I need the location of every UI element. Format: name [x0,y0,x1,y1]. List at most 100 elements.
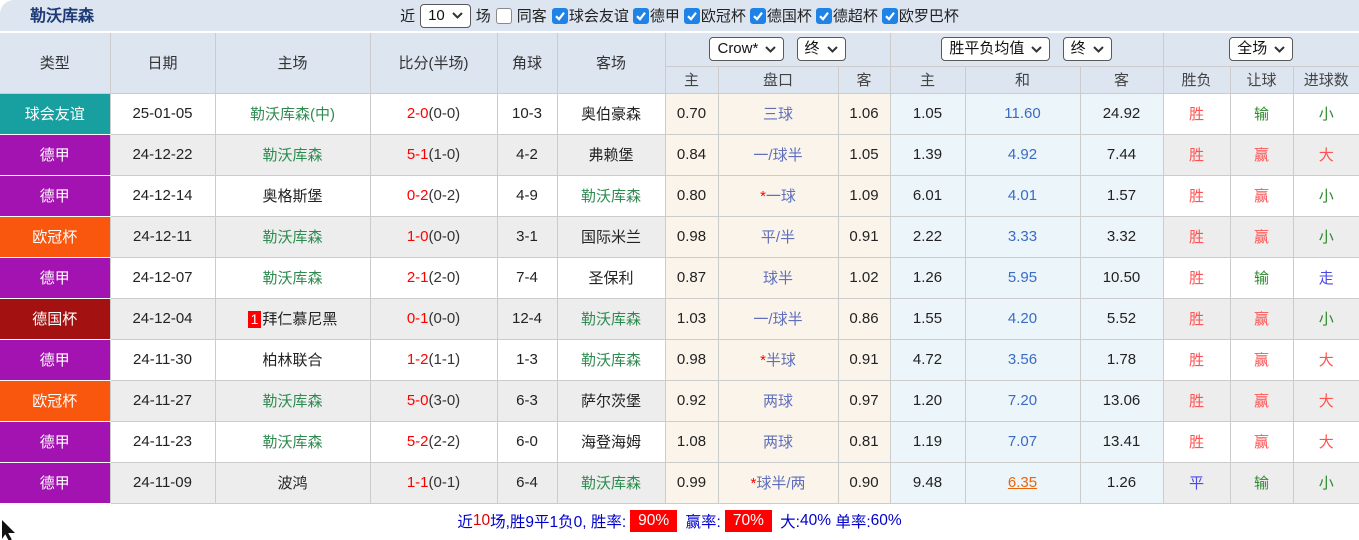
ah-away-odds: 0.91 [837,215,891,258]
result-goals: 大 [1292,379,1359,422]
eu-draw-odds: 7.07 [964,420,1081,463]
eu-away-odds: 24.92 [1079,92,1164,135]
handicap-time-select[interactable]: 终 [796,37,846,62]
home-team-name[interactable]: 勒沃库森(中) [250,106,335,123]
checkbox-checked-icon[interactable] [749,7,766,24]
draw-odds-value: 7.20 [1007,392,1038,409]
away-team-cell: 勒沃库森 [556,297,666,340]
half-time-score: (0-2) [428,187,461,204]
eu-home-odds: 1.19 [889,420,966,463]
match-stats-panel: 勒沃库森 近 10 场 同客 球会友谊 德甲 欧冠杯 德国杯 德超杯 欧罗巴杯 类型 [0,0,1359,540]
result-scope-select[interactable]: 全场 [1229,37,1294,62]
table-body: 球会友谊 25-01-05 勒沃库森(中) 2-0(0-0) 10-3 奥伯豪森 0.70 三… [0,92,1359,504]
ah-line: *一球 [717,174,839,217]
score-cell: 1-2(1-1) [369,338,498,381]
filter-欧冠杯[interactable]: 欧冠杯 [683,5,746,26]
same-venue-filter[interactable] [495,7,512,24]
check-icon [636,11,646,21]
away-team-name[interactable]: 弗赖堡 [588,147,633,164]
eu-draw-odds: 4.92 [964,133,1081,176]
eu-home-odds: 6.01 [889,174,966,217]
filter-欧罗巴杯[interactable]: 欧罗巴杯 [881,5,959,26]
handicap-company-select[interactable]: Crow* [709,37,785,62]
result-wdl: 胜 [1162,92,1231,135]
away-team-name[interactable]: 勒沃库森 [581,352,641,369]
checkbox-checked-icon[interactable] [632,7,649,24]
filter-球会友谊[interactable]: 球会友谊 [551,5,629,26]
away-team-name[interactable]: 勒沃库森 [581,311,641,328]
filter-德国杯[interactable]: 德国杯 [749,5,812,26]
europe-odds-type-select[interactable]: 胜平负均值 [941,37,1051,62]
match-row: 德甲 24-11-30 柏林联合 1-2(1-1) 1-3 勒沃库森 0.98 *半球 0.91… [0,338,1359,381]
check-icon [555,11,565,21]
away-team-name[interactable]: 勒沃库森 [581,188,641,205]
games-label: 场 [475,8,491,25]
full-time-score: 1-2 [406,351,429,368]
home-team-name[interactable]: 勒沃库森 [262,434,322,451]
home-team-name[interactable]: 柏林联合 [262,352,322,369]
home-team-name[interactable]: 勒沃库森 [262,393,322,410]
home-team-name[interactable]: 勒沃库森 [262,270,322,287]
eu-draw-odds: 3.33 [964,215,1081,258]
ah-away-odds: 0.81 [837,420,891,463]
chevron-down-icon [1031,46,1043,53]
ah-home-odds: 0.87 [664,256,719,299]
home-team-name[interactable]: 奥格斯堡 [262,188,322,205]
highlighted-odds-link[interactable]: 6.35 [1008,474,1037,491]
subcol-eu-home: 主 [889,66,966,94]
score-cell: 1-1(0-1) [369,461,498,504]
checkbox-checked-icon[interactable] [881,7,898,24]
full-time-score: 5-2 [406,433,429,450]
chevron-down-icon [765,46,777,53]
match-date: 24-12-04 [109,297,216,340]
league-type-badge: 球会友谊 [0,92,111,135]
matches-table: 类型 日期 主场 比分(半场) 角球 客场 Crow* 终 胜平负均值 终 全场… [0,33,1359,504]
result-scope-value: 全场 [1237,40,1268,58]
half-time-score: (3-0) [428,392,461,409]
topbar: 勒沃库森 近 10 场 同客 球会友谊 德甲 欧冠杯 德国杯 德超杯 欧罗巴杯 [0,0,1359,33]
result-handicap: 赢 [1229,215,1294,258]
away-team-name[interactable]: 萨尔茨堡 [581,393,641,410]
col-header-home: 主场 [214,33,371,94]
ah-line: *半球 [717,338,839,381]
ah-home-odds: 0.99 [664,461,719,504]
check-icon [885,11,895,21]
away-team-name[interactable]: 海登海姆 [581,434,641,451]
away-team-name[interactable]: 圣保利 [588,270,633,287]
europe-time-select[interactable]: 终 [1062,37,1112,62]
league-type-badge: 欧冠杯 [0,215,111,258]
recent-count-select[interactable]: 10 [420,3,471,28]
away-team-name[interactable]: 奥伯豪森 [581,106,641,123]
checkbox-unchecked-icon[interactable] [495,7,512,24]
summary-bar: 近 10 场,胜9平1负0, 胜率: 90% 赢率: 70% 大: 40% 单率: 60% [0,503,1359,539]
home-team-name[interactable]: 拜仁慕尼黑 [262,311,337,328]
result-handicap: 输 [1229,461,1294,504]
chevron-down-icon [452,12,463,19]
home-team-cell: 勒沃库森 [214,215,371,258]
checkbox-checked-icon[interactable] [815,7,832,24]
ah-line: 两球 [717,379,839,422]
home-team-name[interactable]: 勒沃库森 [262,229,322,246]
match-row: 欧冠杯 24-12-11 勒沃库森 1-0(0-0) 3-1 国际米兰 0.98 平/半 0.9… [0,215,1359,258]
home-team-cell: 勒沃库森(中) [214,92,371,135]
match-date: 24-12-11 [109,215,216,258]
handicap-time-value: 终 [804,40,820,58]
filter-德超杯[interactable]: 德超杯 [815,5,878,26]
home-team-name[interactable]: 波鸿 [277,475,307,492]
home-team-name[interactable]: 勒沃库森 [262,147,322,164]
cursor-icon [2,520,15,540]
league-type-badge: 德甲 [0,461,111,504]
checkbox-checked-icon[interactable] [551,7,568,24]
away-team-name[interactable]: 勒沃库森 [581,475,641,492]
result-group-header: 全场 [1162,33,1359,67]
filter-label: 德超杯 [832,8,878,25]
filter-label: 欧罗巴杯 [898,8,959,25]
filter-德甲[interactable]: 德甲 [632,5,680,26]
ah-home-odds: 1.08 [664,420,719,463]
col-header-corners: 角球 [496,33,558,94]
checkbox-checked-icon[interactable] [683,7,700,24]
ah-line: 球半 [717,256,839,299]
away-team-name[interactable]: 国际米兰 [581,229,641,246]
result-goals: 小 [1292,174,1359,217]
result-goals: 走 [1292,256,1359,299]
